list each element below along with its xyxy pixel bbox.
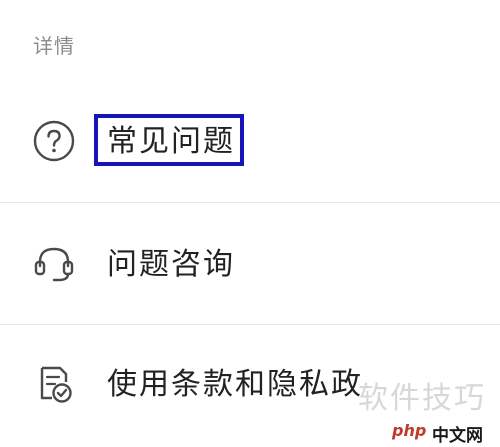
watermark-text: 软件技巧 bbox=[358, 381, 486, 416]
document-check-icon bbox=[40, 366, 72, 403]
headset-icon bbox=[34, 247, 74, 282]
watermark-logo-text: 中文网 bbox=[432, 426, 483, 446]
question-circle-icon bbox=[33, 120, 75, 162]
list-item-label: 问题咨询 bbox=[107, 247, 235, 282]
list-item-consult[interactable]: 问题咨询 bbox=[0, 203, 500, 323]
watermark-logo: php 中文网 bbox=[392, 419, 490, 446]
section-title: 详情 bbox=[33, 34, 75, 58]
list-item-faq[interactable]: 常见问题 bbox=[0, 82, 500, 202]
watermark-logo-php: php bbox=[392, 421, 427, 440]
highlight-box bbox=[94, 114, 244, 166]
list-item-label: 使用条款和隐私政 bbox=[107, 367, 363, 402]
settings-detail-page: 详情 常见问题 问题咨询 使用条款和隐私政 软件技巧 php 中文网 bbox=[0, 0, 500, 447]
